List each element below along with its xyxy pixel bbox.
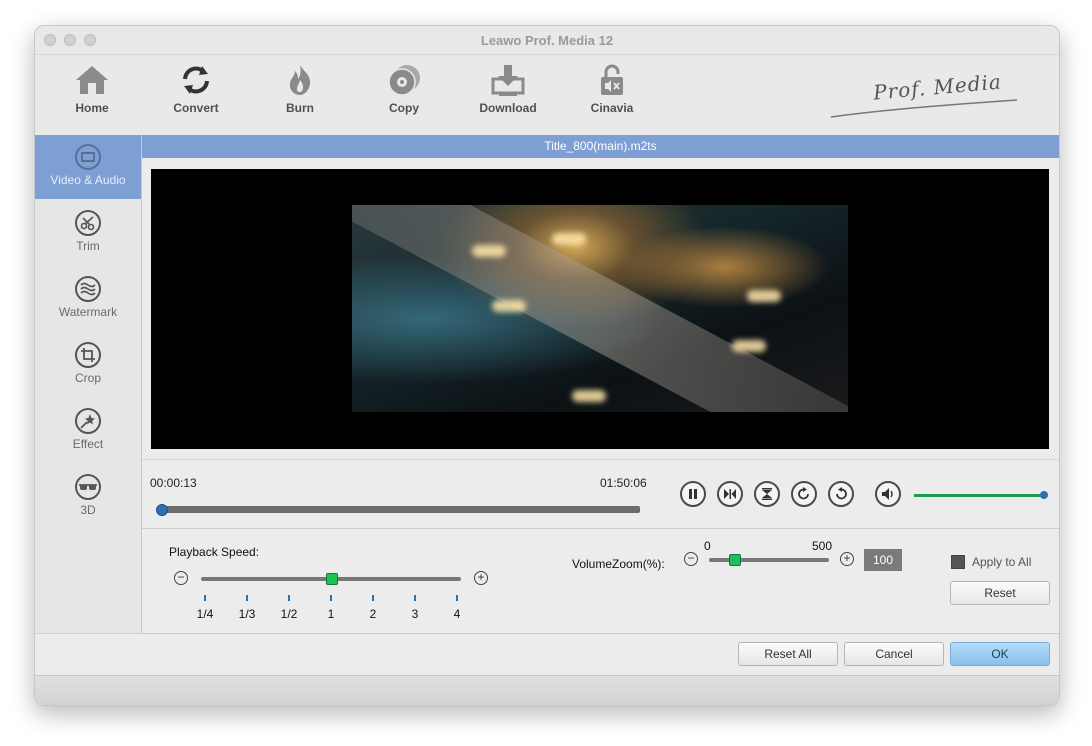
edit-sidebar: Video & Audio Trim Watermark Crop Effect… xyxy=(35,135,142,633)
video-preview xyxy=(151,169,1049,449)
progress-bar[interactable] xyxy=(160,506,640,513)
volume-zoom-decrease-button[interactable]: − xyxy=(684,552,698,566)
speed-tick-4: 4 xyxy=(453,607,461,621)
speed-tick-1-3: 1/3 xyxy=(238,607,256,621)
playback-controls: 00:00:13 01:50:06 xyxy=(142,459,1059,529)
toolbar-cinavia-button[interactable]: Cinavia xyxy=(572,63,652,115)
ok-button[interactable]: OK xyxy=(950,642,1050,666)
toolbar-burn-button[interactable]: Burn xyxy=(260,63,340,115)
trim-icon xyxy=(75,210,101,236)
toolbar-home-button[interactable]: Home xyxy=(52,63,132,115)
video-frame xyxy=(352,205,848,412)
sidebar-item-crop[interactable]: Crop xyxy=(35,333,141,397)
volume-zoom-value[interactable]: 100 xyxy=(864,549,902,571)
playback-speed-label: Playback Speed: xyxy=(169,545,260,559)
sidebar-item-video-audio[interactable]: Video & Audio xyxy=(35,135,141,199)
volume-zoom-max: 500 xyxy=(812,539,833,553)
toolbar-convert-label: Convert xyxy=(173,101,219,115)
brand-logo: Prof. Media xyxy=(829,69,1019,121)
frame-step-button[interactable] xyxy=(717,481,743,507)
plus-icon: + xyxy=(843,551,851,565)
effect-icon xyxy=(75,408,101,434)
volume-slider[interactable] xyxy=(914,494,1042,497)
3d-icon xyxy=(75,474,101,500)
title-bar: Leawo Prof. Media 12 xyxy=(35,26,1059,55)
speed-tick-1-2: 1/2 xyxy=(280,607,298,621)
reset-all-button[interactable]: Reset All xyxy=(738,642,838,666)
sidebar-label-video-audio: Video & Audio xyxy=(50,173,126,187)
sidebar-label-trim: Trim xyxy=(76,239,100,253)
toolbar-convert-button[interactable]: Convert xyxy=(156,63,236,115)
burn-icon xyxy=(289,65,311,95)
volume-button[interactable] xyxy=(875,481,901,507)
minus-icon: − xyxy=(687,551,695,565)
convert-icon xyxy=(183,66,209,94)
playback-speed-handle[interactable] xyxy=(326,573,338,585)
volume-handle[interactable] xyxy=(1040,491,1048,499)
brand-swoosh-icon xyxy=(830,99,1018,118)
sidebar-label-effect: Effect xyxy=(72,437,104,451)
toolbar-cinavia-label: Cinavia xyxy=(590,101,634,115)
toolbar-burn-label: Burn xyxy=(286,101,314,115)
crop-icon xyxy=(75,342,101,368)
watermark-icon xyxy=(75,276,101,302)
volume-zoom-slider[interactable] xyxy=(709,558,829,562)
app-window: Leawo Prof. Media 12 Home Convert Burn C… xyxy=(34,25,1060,706)
total-time: 01:50:06 xyxy=(600,476,647,490)
sidebar-item-trim[interactable]: Trim xyxy=(35,201,141,265)
sidebar-item-effect[interactable]: Effect xyxy=(35,399,141,463)
dialog-footer: Reset All Cancel OK xyxy=(35,633,1059,676)
cinavia-icon xyxy=(601,64,623,95)
rotate-counterclockwise-icon xyxy=(836,487,847,500)
speed-tick-3: 3 xyxy=(411,607,419,621)
volume-zoom-handle[interactable] xyxy=(729,554,741,566)
toolbar-copy-label: Copy xyxy=(389,101,419,115)
window-bottom-bar xyxy=(35,675,1059,705)
plus-icon: + xyxy=(477,570,485,584)
pause-button[interactable] xyxy=(680,481,706,507)
download-icon xyxy=(491,65,525,96)
sidebar-item-3d[interactable]: 3D xyxy=(35,465,141,529)
volume-zoom-increase-button[interactable]: + xyxy=(840,552,854,566)
volume-zoom-min: 0 xyxy=(704,539,711,553)
rotate-clockwise-button[interactable] xyxy=(791,481,817,507)
main-toolbar: Home Convert Burn Copy Download Cinavia … xyxy=(35,55,1059,135)
sidebar-label-3d: 3D xyxy=(80,503,96,517)
toolbar-download-button[interactable]: Download xyxy=(468,63,548,115)
video-audio-icon xyxy=(75,144,101,170)
playback-settings: Playback Speed: − + 1/4 1/3 1/2 1 2 3 4 … xyxy=(142,528,1059,632)
volume-zoom-label: VolumeZoom(%): xyxy=(572,557,665,571)
flip-vertical-icon xyxy=(762,488,772,500)
speed-increase-button[interactable]: + xyxy=(474,571,488,585)
reset-button[interactable]: Reset xyxy=(950,581,1050,605)
toolbar-copy-button[interactable]: Copy xyxy=(364,63,444,115)
toolbar-download-label: Download xyxy=(479,101,537,115)
frame-step-icon xyxy=(724,489,736,499)
current-time: 00:00:13 xyxy=(150,476,197,490)
pause-icon xyxy=(689,489,697,499)
sidebar-item-watermark[interactable]: Watermark xyxy=(35,267,141,331)
sidebar-label-crop: Crop xyxy=(74,371,101,385)
speed-tick-2: 2 xyxy=(369,607,377,621)
rotate-counterclockwise-button[interactable] xyxy=(828,481,854,507)
apply-to-all-label: Apply to All xyxy=(972,555,1032,569)
speaker-icon xyxy=(882,488,893,500)
speed-decrease-button[interactable]: − xyxy=(174,571,188,585)
window-title: Leawo Prof. Media 12 xyxy=(480,33,614,48)
minus-icon: − xyxy=(177,570,185,584)
file-title-bar: Title_800(main).m2ts xyxy=(142,135,1059,158)
cancel-button[interactable]: Cancel xyxy=(844,642,944,666)
home-icon xyxy=(76,66,108,94)
apply-to-all-checkbox[interactable] xyxy=(951,555,965,569)
flip-vertical-button[interactable] xyxy=(754,481,780,507)
rotate-clockwise-icon xyxy=(798,487,809,500)
toolbar-home-label: Home xyxy=(75,101,109,115)
speed-tick-1-4: 1/4 xyxy=(196,607,214,621)
progress-handle[interactable] xyxy=(155,504,168,516)
copy-icon xyxy=(388,65,420,96)
speed-tick-1: 1 xyxy=(327,607,335,621)
sidebar-label-watermark: Watermark xyxy=(58,305,118,319)
file-title: Title_800(main).m2ts xyxy=(544,139,657,153)
